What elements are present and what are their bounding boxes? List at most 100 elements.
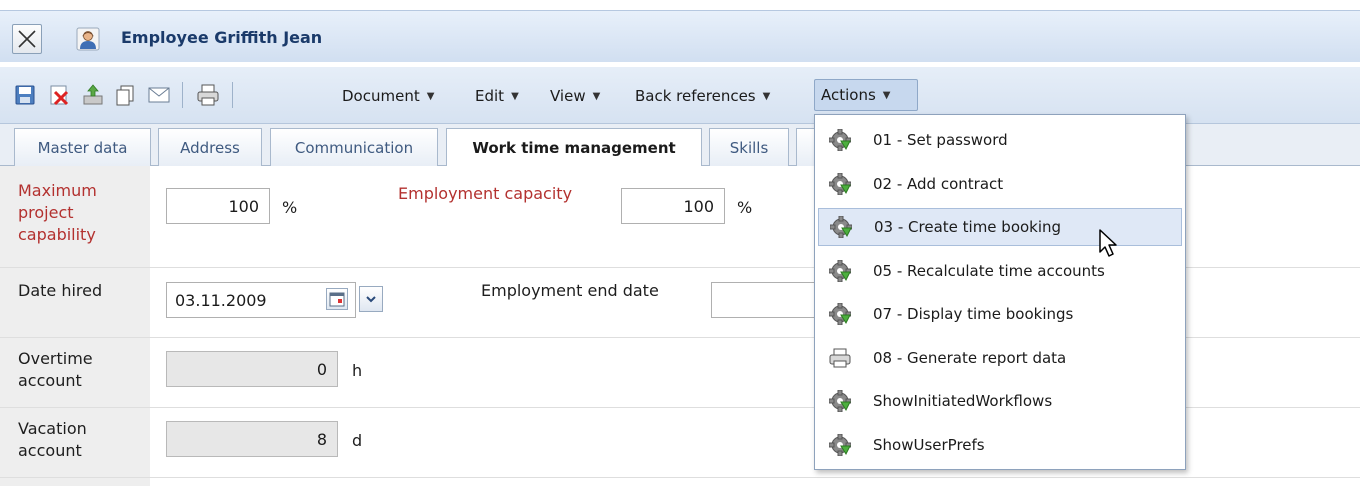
max-project-capability-label-line: project (18, 203, 74, 222)
vacation-account-label-line: Vacation (18, 419, 87, 438)
menu-edit[interactable]: Edit ▼ (469, 83, 525, 109)
menu-back-references[interactable]: Back references ▼ (629, 83, 776, 109)
action-item-showuserprefs[interactable]: ShowUserPrefs (818, 426, 1182, 464)
action-item-label: 07 - Display time bookings (873, 305, 1074, 323)
action-item-02-add-contract[interactable]: 02 - Add contract (818, 165, 1182, 203)
tab-skills-label: Skills (729, 138, 769, 157)
tab-master-data-label: Master data (37, 138, 128, 157)
employee-icon (76, 27, 100, 51)
close-button[interactable] (12, 24, 42, 54)
gear-icon (829, 215, 853, 239)
chevron-down-icon: ▼ (426, 90, 435, 102)
copy-button[interactable] (112, 82, 138, 108)
days-unit: d (352, 431, 363, 450)
max-project-capability-label-line: capability (18, 225, 96, 244)
tab-skills[interactable]: Skills (709, 128, 789, 166)
menu-view[interactable]: View ▼ (544, 83, 606, 109)
gear-icon (828, 389, 852, 413)
overtime-account-label-line: account (18, 371, 82, 390)
tab-address-label: Address (180, 138, 240, 157)
action-item-label: 08 - Generate report data (873, 348, 1067, 367)
window-title: Employee Griffith Jean (121, 28, 323, 47)
menu-back-references-label: Back references (635, 87, 756, 105)
tab-master-data[interactable]: Master data (14, 128, 151, 166)
print-button[interactable] (195, 82, 221, 108)
menu-document[interactable]: Document ▼ (336, 83, 440, 109)
vacation-account-field: 8 (166, 421, 338, 457)
action-item-05-recalculate-time-accounts[interactable]: 05 - Recalculate time accounts (818, 252, 1182, 290)
date-hired-label: Date hired (18, 281, 103, 300)
tab-communication-label: Communication (294, 138, 414, 157)
action-item-showinitiatedworkflows[interactable]: ShowInitiatedWorkflows (818, 382, 1182, 420)
menu-actions[interactable]: Actions ▼ (814, 79, 918, 111)
app-window: Employee Griffith Jean Document ▼ Edit ▼… (0, 0, 1360, 486)
action-item-label: 01 - Set password (873, 131, 1008, 149)
action-item-03-create-time-booking[interactable]: 03 - Create time booking (818, 208, 1182, 246)
overtime-account-label: Overtime account (18, 348, 93, 392)
gear-icon (828, 433, 852, 457)
chevron-down-icon: ▼ (762, 90, 771, 102)
gear-icon (828, 172, 852, 196)
copy-icon (116, 85, 134, 106)
employment-capacity-value: 100 (683, 196, 714, 216)
delete-button[interactable] (46, 82, 72, 108)
mail-icon (148, 87, 170, 103)
employment-capacity-input[interactable]: 100 (621, 188, 725, 224)
gear-icon (828, 302, 852, 326)
action-item-08-generate-report-data[interactable]: 08 - Generate report data (818, 339, 1182, 377)
save-button[interactable] (12, 82, 38, 108)
employment-end-date-label: Employment end date (481, 281, 659, 300)
export-icon (83, 84, 103, 105)
action-item-01-set-password[interactable]: 01 - Set password (818, 121, 1182, 159)
gear-icon (828, 259, 852, 283)
menu-edit-label: Edit (475, 87, 505, 105)
tab-work-time-management[interactable]: Work time management (446, 128, 702, 167)
actions-dropdown-menu: 01 - Set password 02 - Add contract 03 - C… (814, 114, 1186, 470)
action-item-label: ShowUserPrefs (873, 435, 985, 454)
vacation-account-value: 8 (316, 429, 327, 449)
menu-document-label: Document (342, 87, 420, 105)
action-item-label: 02 - Add contract (873, 174, 1004, 193)
max-project-capability-label-line: Maximum (18, 181, 97, 200)
chevron-down-icon (366, 296, 376, 303)
delete-icon (50, 85, 69, 106)
row-divider (0, 477, 1360, 478)
percent-unit: % (282, 198, 298, 217)
max-project-capability-label: Maximum project capability (18, 180, 97, 246)
percent-unit: % (737, 198, 753, 217)
date-hired-value: 03.11.2009 (175, 290, 267, 310)
vacation-account-label: Vacation account (18, 418, 87, 462)
calendar-button[interactable] (326, 288, 348, 310)
employment-end-date-input[interactable] (711, 282, 821, 318)
print-icon (197, 84, 219, 106)
tab-communication[interactable]: Communication (270, 128, 438, 166)
action-item-label: 03 - Create time booking (874, 218, 1062, 236)
gear-icon (828, 128, 852, 152)
date-dropdown-button[interactable] (359, 286, 383, 312)
tab-work-time-management-label: Work time management (472, 139, 676, 157)
chevron-down-icon: ▼ (882, 89, 891, 101)
print-icon (828, 346, 852, 370)
tab-partial[interactable] (796, 128, 816, 166)
action-item-label: 05 - Recalculate time accounts (873, 261, 1105, 280)
employment-capacity-label: Employment capacity (398, 184, 573, 203)
chevron-down-icon: ▼ (592, 90, 601, 102)
overtime-account-value: 0 (316, 359, 327, 379)
max-project-capability-input[interactable]: 100 (166, 188, 270, 224)
mail-button[interactable] (146, 82, 172, 108)
export-button[interactable] (80, 82, 106, 108)
vacation-account-label-line: account (18, 441, 82, 460)
toolbar-separator (232, 82, 233, 108)
hours-unit: h (352, 361, 363, 380)
overtime-account-label-line: Overtime (18, 349, 93, 368)
close-icon (18, 30, 36, 48)
menu-view-label: View (550, 87, 586, 105)
tab-address[interactable]: Address (158, 128, 262, 166)
save-icon (15, 85, 35, 105)
title-bar: Employee Griffith Jean (0, 10, 1360, 62)
overtime-account-field: 0 (166, 351, 338, 387)
action-item-07-display-time-bookings[interactable]: 07 - Display time bookings (818, 295, 1182, 333)
calendar-icon (329, 292, 345, 307)
menu-actions-label: Actions (821, 86, 876, 104)
chevron-down-icon: ▼ (511, 90, 519, 102)
